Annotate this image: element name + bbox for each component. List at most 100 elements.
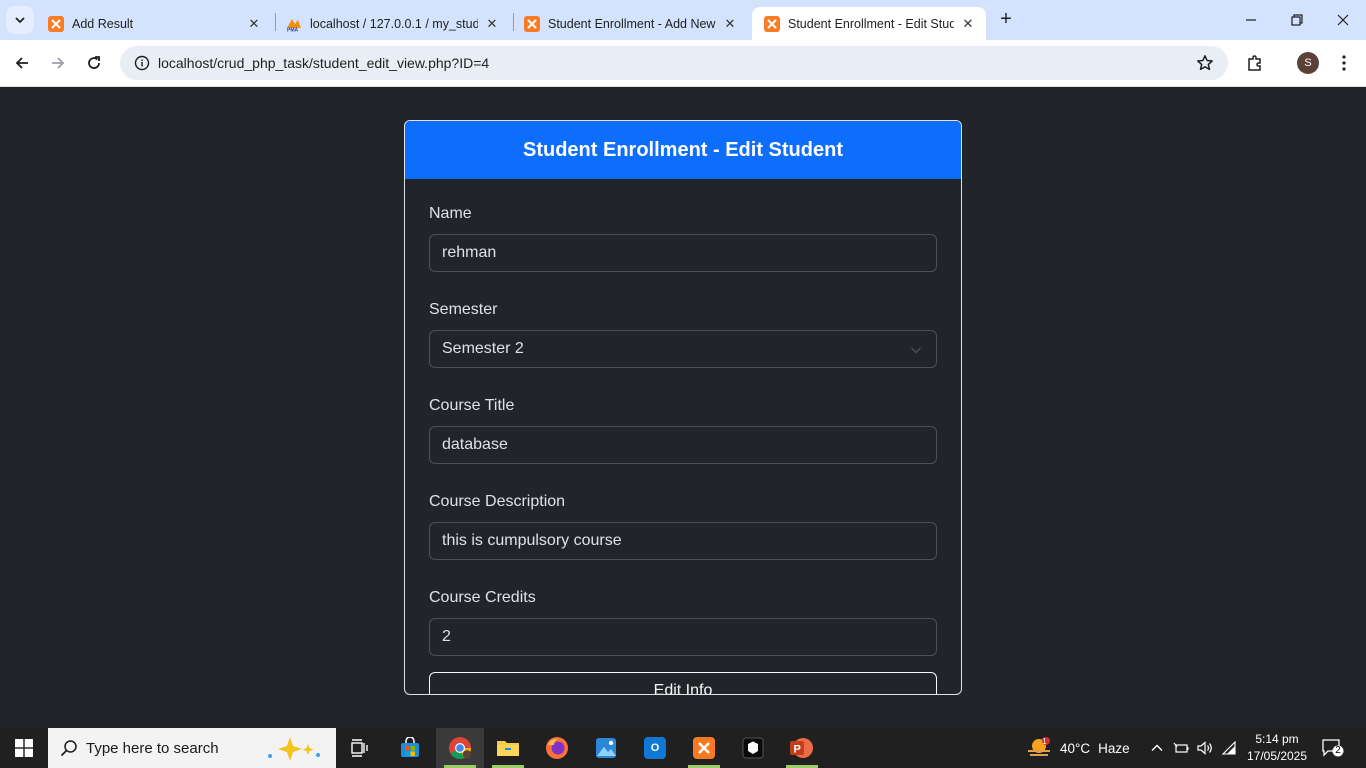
search-icon [60, 740, 77, 757]
edit-student-card: Student Enrollment - Edit Student Name r… [404, 120, 962, 695]
close-tab-icon[interactable]: ✕ [484, 16, 500, 32]
puzzle-icon [1248, 55, 1261, 71]
taskbar-clock[interactable]: 5:14 pm 17/05/2025 [1242, 731, 1312, 765]
course-description-input[interactable]: this is cumpulsory course [429, 522, 937, 560]
xampp-icon [48, 15, 64, 32]
notifications-button[interactable]: 2 [1322, 738, 1344, 758]
semester-select[interactable]: Semester 2 [429, 330, 937, 368]
chevron-down-icon [910, 343, 922, 361]
browser-menu-button[interactable] [1330, 49, 1358, 77]
tab-add-new[interactable]: Student Enrollment - Add New ✕ [512, 7, 748, 40]
task-view-icon [351, 739, 368, 757]
address-bar[interactable]: localhost/crud_php_task/student_edit_vie… [120, 46, 1228, 80]
close-tab-icon[interactable]: ✕ [246, 16, 262, 32]
taskbar-store-app[interactable] [386, 728, 434, 768]
clock-time: 5:14 pm [1255, 732, 1299, 746]
reload-button[interactable] [80, 49, 108, 77]
speaker-icon[interactable] [1197, 741, 1213, 755]
semester-value: Semester 2 [442, 340, 524, 357]
taskbar-firefox-app[interactable] [533, 728, 581, 768]
browser-tabstrip: Add Result ✕ PMA localhost / 127.0.0.1 /… [0, 0, 1366, 40]
tab-add-result[interactable]: Add Result ✕ [36, 7, 272, 40]
url-text[interactable]: localhost/crud_php_task/student_edit_vie… [158, 55, 489, 71]
kebab-menu-icon [1342, 55, 1346, 71]
course-title-value: database [442, 436, 508, 453]
site-info-icon[interactable] [134, 55, 150, 71]
xampp-icon [764, 15, 780, 32]
powerpoint-icon: P [790, 738, 813, 758]
taskbar-photos-app[interactable] [582, 728, 630, 768]
minimize-button[interactable] [1228, 0, 1274, 40]
svg-text:P: P [794, 744, 801, 756]
tab-edit-student[interactable]: Student Enrollment - Edit Stude ✕ [752, 7, 986, 40]
course-credits-value: 2 [442, 628, 451, 645]
course-description-value: this is cumpulsory course [442, 532, 622, 549]
browser-toolbar: localhost/crud_php_task/student_edit_vie… [0, 40, 1366, 87]
page-title: Student Enrollment - Edit Student [523, 138, 843, 161]
photos-icon [596, 738, 616, 758]
restore-button[interactable] [1274, 0, 1320, 40]
close-tab-icon[interactable]: ✕ [722, 16, 738, 32]
restore-icon [1291, 14, 1303, 26]
taskbar-search-box[interactable]: Type here to search [48, 728, 336, 768]
tab-phpmyadmin[interactable]: PMA localhost / 127.0.0.1 / my_stude ✕ [274, 7, 510, 40]
battery-icon[interactable] [1173, 741, 1189, 755]
chrome-icon [449, 737, 472, 760]
outlook-icon: O [644, 737, 666, 759]
wifi-icon[interactable] [1221, 741, 1237, 755]
svg-text:PMA: PMA [287, 27, 299, 32]
taskbar-dark-app[interactable] [729, 728, 777, 768]
tab-title: localhost / 127.0.0.1 / my_stude [310, 16, 478, 31]
task-view-button[interactable] [336, 728, 384, 768]
close-window-button[interactable] [1320, 0, 1366, 40]
windows-logo-icon [15, 739, 33, 757]
weather-temp: 40°C [1060, 740, 1091, 756]
close-icon [1337, 14, 1349, 26]
tab-title: Add Result [72, 16, 134, 31]
tab-search-button[interactable] [6, 6, 34, 34]
firefox-icon [546, 737, 568, 759]
weather-widget[interactable]: 1 40°C Haze [1026, 728, 1130, 768]
notification-count: 2 [1335, 745, 1341, 756]
profile-avatar[interactable]: S [1297, 52, 1319, 74]
course-description-label: Course Description [429, 493, 566, 510]
app-cube-icon [742, 737, 764, 759]
folder-icon [497, 741, 519, 756]
xampp-icon [693, 737, 715, 759]
taskbar: Type here to search O P 1 40°C Haze 5:14… [0, 728, 1366, 768]
close-tab-icon[interactable]: ✕ [960, 16, 976, 32]
taskbar-powerpoint-app[interactable]: P [778, 728, 826, 768]
bookmark-star-icon[interactable] [1196, 54, 1214, 77]
name-value: rehman [442, 244, 497, 261]
taskbar-xampp-app[interactable] [680, 728, 728, 768]
new-tab-button[interactable]: + [994, 8, 1018, 32]
weather-badge: 1 [1042, 737, 1047, 746]
start-button[interactable] [0, 728, 48, 768]
taskbar-chrome-app[interactable] [436, 728, 484, 768]
extensions-button[interactable] [1241, 49, 1269, 77]
card-header: Student Enrollment - Edit Student [405, 121, 961, 179]
course-title-input[interactable]: database [429, 426, 937, 464]
store-icon [401, 737, 419, 757]
name-label: Name [429, 205, 472, 222]
tab-title: Student Enrollment - Edit Stude [788, 16, 954, 31]
edit-info-button[interactable]: Edit Info [429, 672, 937, 694]
course-credits-input[interactable]: 2 [429, 618, 937, 656]
xampp-icon [524, 15, 540, 32]
forward-button[interactable] [44, 49, 72, 77]
course-credits-label: Course Credits [429, 589, 536, 606]
taskbar-file-explorer[interactable] [484, 728, 532, 768]
system-tray-icons [1150, 728, 1237, 768]
minimize-icon [1246, 19, 1256, 21]
arrow-left-icon [15, 57, 28, 69]
reload-icon [88, 56, 100, 69]
back-button[interactable] [8, 49, 36, 77]
chevron-up-icon[interactable] [1150, 741, 1164, 755]
weather-haze-icon [1028, 737, 1050, 756]
name-input[interactable]: rehman [429, 234, 937, 272]
arrow-right-icon [52, 57, 65, 69]
taskbar-search-placeholder: Type here to search [86, 739, 219, 757]
taskbar-outlook-app[interactable]: O [631, 728, 679, 768]
sparkle-icon [268, 737, 320, 761]
edit-student-form: Name rehman Semester Semester 2 Course T… [405, 179, 961, 694]
